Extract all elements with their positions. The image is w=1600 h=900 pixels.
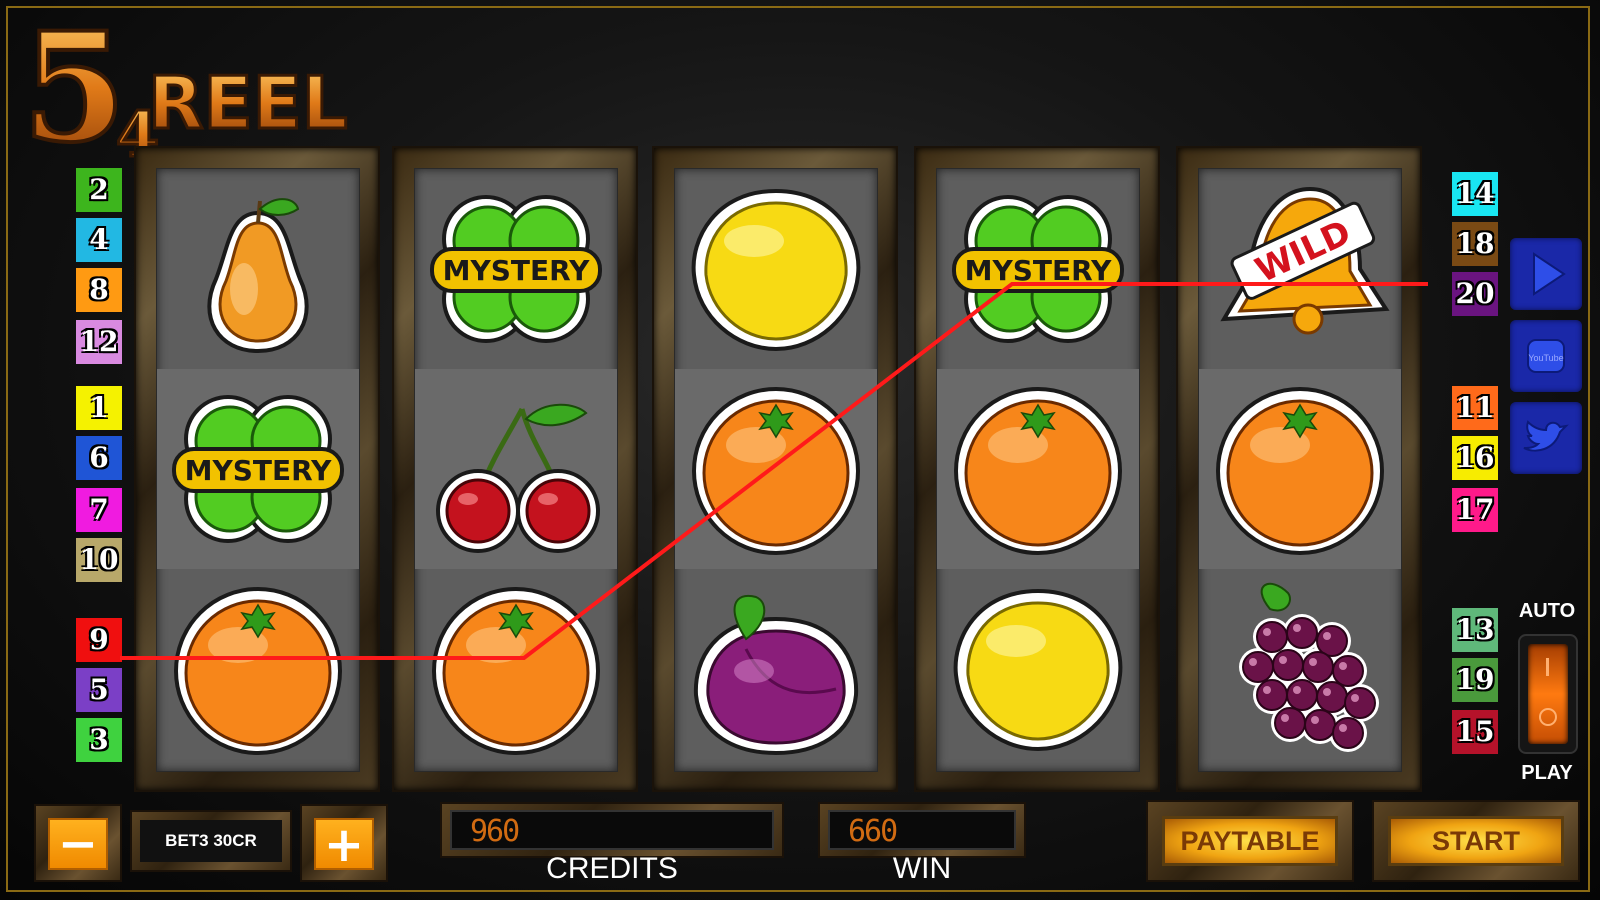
reel-cell (937, 569, 1139, 769)
orange-icon (432, 587, 600, 755)
reel-cell (1199, 369, 1401, 569)
reel-cell (1199, 569, 1401, 769)
toggle-switch (1528, 644, 1568, 744)
twitter-button[interactable] (1510, 402, 1582, 474)
slot-game: 5 4 REEL MYSTERY MYSTERY MYSTERY WILD 2 … (0, 0, 1600, 900)
orange-icon (692, 387, 860, 555)
auto-play-toggle[interactable] (1518, 634, 1578, 754)
reel-window (674, 168, 878, 772)
cherry-icon (436, 403, 600, 553)
logo-five: 5 (22, 0, 126, 165)
youtube-icon: YouTube (1527, 339, 1565, 373)
bet-increase-frame: + (300, 804, 388, 882)
payline-badge-10[interactable]: 10 (76, 538, 122, 582)
payline-badge-14[interactable]: 14 (1452, 172, 1498, 216)
win-frame: 660 (818, 802, 1026, 858)
payline-badge-4[interactable]: 4 (76, 218, 122, 262)
payline-badge-13[interactable]: 13 (1452, 608, 1498, 652)
orange-icon (174, 587, 342, 755)
start-frame: START (1372, 800, 1580, 882)
clover-mystery-icon: MYSTERY (430, 195, 602, 343)
orange-icon (1216, 387, 1384, 555)
play-store-button[interactable] (1510, 238, 1582, 310)
bet-decrease-frame: − (34, 804, 122, 882)
reel-cell (675, 369, 877, 569)
plum-icon (693, 594, 859, 756)
start-button[interactable]: START (1388, 816, 1564, 866)
reel-cell (415, 369, 617, 569)
lemon-icon (953, 588, 1123, 752)
payline-badge-11[interactable]: 11 (1452, 386, 1498, 430)
plus-icon: + (323, 817, 365, 873)
play-store-icon (1533, 252, 1566, 296)
reel-cell (157, 569, 359, 769)
reel-window: MYSTERY (156, 168, 360, 772)
payline-badge-8[interactable]: 8 (76, 268, 122, 312)
reel-window: WILD (1198, 168, 1402, 772)
payline-badge-16[interactable]: 16 (1452, 436, 1498, 480)
payline-badge-1[interactable]: 1 (76, 386, 122, 430)
bet-increase-button[interactable]: + (314, 818, 374, 870)
payline-badge-7[interactable]: 7 (76, 488, 122, 532)
win-value: 660 (828, 810, 1016, 850)
bell-wild-icon: WILD (1220, 186, 1390, 335)
payline-badge-2[interactable]: 2 (76, 168, 122, 212)
reel-2: MYSTERY (392, 146, 638, 792)
payline-badge-12[interactable]: 12 (76, 320, 122, 364)
payline-badge-19[interactable]: 19 (1452, 658, 1498, 702)
svg-text:MYSTERY: MYSTERY (185, 454, 333, 487)
reel-cell: MYSTERY (415, 169, 617, 369)
reel-cell (675, 169, 877, 369)
reel-cell: WILD (1199, 169, 1401, 369)
reel-cell (675, 569, 877, 769)
bet-display-frame: BET3 30CR (130, 810, 292, 872)
payline-badge-18[interactable]: 18 (1452, 222, 1498, 266)
paytable-frame: PAYTABLE (1146, 800, 1354, 882)
reel-window: MYSTERY (936, 168, 1140, 772)
reel-cell (937, 369, 1139, 569)
clover-mystery-icon: MYSTERY (952, 195, 1124, 343)
payline-badge-5[interactable]: 5 (76, 668, 122, 712)
paytable-button[interactable]: PAYTABLE (1162, 816, 1338, 866)
credits-label: CREDITS (546, 852, 678, 885)
reel-cell (157, 169, 359, 369)
logo-word: REEL (148, 61, 348, 145)
grapes-icon (1239, 582, 1379, 752)
youtube-text: YouTube (1528, 353, 1563, 363)
auto-label: AUTO (1518, 600, 1576, 622)
payline-badge-3[interactable]: 3 (76, 718, 122, 762)
reel-cell (415, 569, 617, 769)
svg-text:MYSTERY: MYSTERY (443, 254, 591, 287)
svg-text:MYSTERY: MYSTERY (965, 254, 1113, 287)
reel-cell: MYSTERY (157, 369, 359, 569)
reel-1: MYSTERY (134, 146, 380, 792)
bet-label: BET3 30CR (140, 820, 282, 862)
play-label: PLAY (1521, 762, 1573, 784)
lemon-icon (691, 188, 861, 352)
reel-window: MYSTERY (414, 168, 618, 772)
minus-icon: − (57, 816, 99, 872)
credits-frame: 960 (440, 802, 784, 858)
reel-cell: MYSTERY (937, 169, 1139, 369)
payline-badge-15[interactable]: 15 (1452, 710, 1498, 754)
credits-value: 960 (450, 810, 774, 850)
youtube-button[interactable]: YouTube (1510, 320, 1582, 392)
reel-3 (652, 146, 898, 792)
reel-4: MYSTERY (914, 146, 1160, 792)
win-label: WIN (892, 852, 952, 885)
payline-badge-9[interactable]: 9 (76, 618, 122, 662)
toggle-on-mark (1546, 658, 1549, 676)
bet-decrease-button[interactable]: − (48, 818, 108, 870)
pear-icon (207, 198, 309, 354)
twitter-icon (1523, 420, 1569, 452)
payline-badge-17[interactable]: 17 (1452, 488, 1498, 532)
orange-icon (954, 387, 1122, 555)
toggle-off-mark (1539, 708, 1557, 726)
payline-badge-6[interactable]: 6 (76, 436, 122, 480)
clover-mystery-icon: MYSTERY (172, 395, 344, 543)
reel-5: WILD (1176, 146, 1422, 792)
payline-badge-20[interactable]: 20 (1452, 272, 1498, 316)
game-logo: 5 4 REEL (20, 0, 349, 165)
